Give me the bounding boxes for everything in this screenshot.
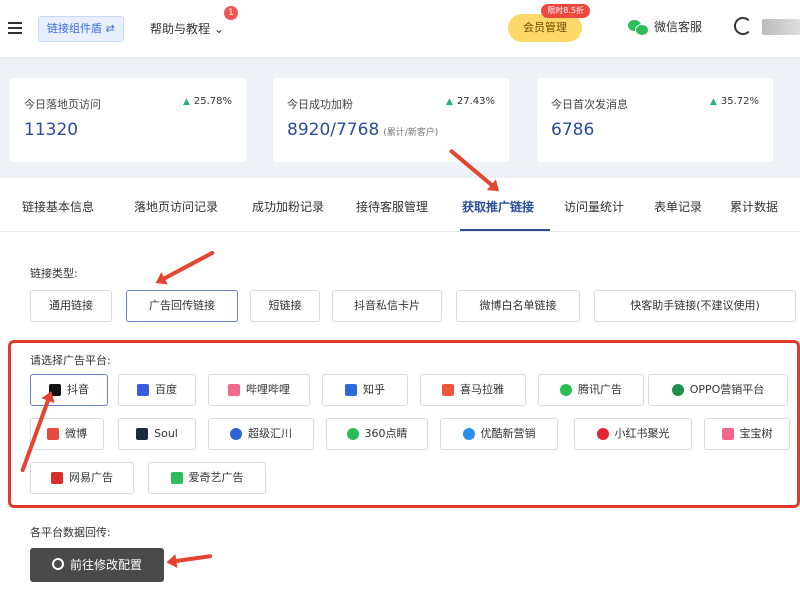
- tab-follow-records[interactable]: 成功加粉记录: [252, 198, 324, 215]
- menu-icon[interactable]: [8, 22, 22, 34]
- trend-up-icon: ▲: [445, 97, 453, 107]
- trend-up-icon: ▲: [182, 97, 190, 107]
- stat-card-visits: 今日落地页访问 ▲ 25.78% 11320: [10, 78, 246, 162]
- tab-form-records[interactable]: 表单记录: [654, 198, 702, 215]
- go-config-button[interactable]: 前往修改配置: [30, 548, 164, 582]
- member-label: 会员管理: [523, 21, 567, 34]
- netease-icon: [51, 472, 63, 484]
- platform-360[interactable]: 360点睛: [326, 418, 428, 450]
- discount-badge: 限时8.5折: [541, 4, 590, 18]
- tab-cumulative-data[interactable]: 累计数据: [730, 198, 778, 215]
- wechat-support-label: 微信客服: [654, 20, 703, 34]
- tab-landing-visits[interactable]: 落地页访问记录: [134, 198, 218, 215]
- platform-zhihu[interactable]: 知乎: [322, 374, 408, 406]
- platform-netease-ads[interactable]: 网易广告: [30, 462, 134, 494]
- wechat-icon: [628, 19, 649, 36]
- stat-card-followers: 今日成功加粉 ▲ 27.43% 8920/7768 (累计/新客户): [273, 78, 509, 162]
- stat-label: 今日首次发消息: [551, 98, 628, 111]
- platform-label: 请选择广告平台:: [30, 354, 111, 367]
- soul-icon: [136, 428, 149, 440]
- tab-visit-stats[interactable]: 访问量统计: [564, 198, 624, 215]
- tab-service-management[interactable]: 接待客服管理: [356, 198, 428, 215]
- oppo-icon: [671, 384, 684, 396]
- tab-bar: 链接基本信息 落地页访问记录 成功加粉记录 接待客服管理 获取推广链接 访问量统…: [0, 178, 800, 232]
- stat-trend: ▲ 35.72%: [709, 96, 759, 107]
- huichuan-icon: [230, 428, 242, 440]
- main-panel: 链接基本信息 落地页访问记录 成功加粉记录 接待客服管理 获取推广链接 访问量统…: [0, 148, 800, 600]
- link-type-general[interactable]: 通用链接: [30, 290, 112, 322]
- tencent-ads-icon: [560, 384, 572, 396]
- link-type-douyin-card[interactable]: 抖音私信卡片: [332, 290, 442, 322]
- weibo-icon: [47, 428, 59, 440]
- gear-icon: [51, 558, 64, 570]
- platform-ximalaya[interactable]: 喜马拉雅: [420, 374, 526, 406]
- link-type-short[interactable]: 短链接: [250, 290, 320, 322]
- youku-icon: [462, 428, 475, 440]
- zhihu-icon: [345, 384, 357, 396]
- platform-baidu[interactable]: 百度: [118, 374, 196, 406]
- help-tutorial-menu[interactable]: 帮助与教程 ⌄ 1: [150, 6, 238, 37]
- callback-label: 各平台数据回传:: [30, 526, 111, 539]
- platform-tencent-ads[interactable]: 腾讯广告: [538, 374, 644, 406]
- platform-babytree[interactable]: 宝宝树: [704, 418, 790, 450]
- stat-note: (累计/新客户): [383, 128, 439, 138]
- top-header: 链接组件盾 ⇄ 帮助与教程 ⌄ 1 会员管理 限时8.5折 微信客服: [0, 0, 800, 58]
- babytree-icon: [721, 428, 734, 440]
- stat-card-messages: 今日首次发消息 ▲ 35.72% 6786: [537, 78, 773, 162]
- link-type-label: 链接类型:: [30, 267, 78, 280]
- ximalaya-icon: [442, 384, 454, 396]
- iqiyi-icon: [170, 472, 183, 484]
- baidu-icon: [137, 384, 149, 396]
- stat-value: 11320: [24, 120, 79, 140]
- help-badge: 1: [223, 6, 238, 20]
- stat-trend: ▲ 27.43%: [445, 96, 495, 107]
- platform-soul[interactable]: Soul: [118, 418, 196, 450]
- tab-basic-info[interactable]: 链接基本信息: [22, 198, 94, 215]
- xiaohongshu-icon: [596, 428, 609, 440]
- wechat-support-button[interactable]: 微信客服: [628, 18, 703, 36]
- stat-value: 8920/7768 (累计/新客户): [287, 120, 439, 140]
- stat-label: 今日落地页访问: [24, 98, 101, 111]
- 360-icon: [346, 428, 359, 440]
- annotation-arrow-link-type: [160, 250, 215, 282]
- tab-get-promo-link[interactable]: 获取推广链接: [462, 198, 534, 215]
- stat-value: 6786: [551, 120, 595, 140]
- platform-iqiyi[interactable]: 爱奇艺广告: [148, 462, 266, 494]
- user-avatar[interactable]: [762, 19, 800, 35]
- bilibili-icon: [228, 384, 240, 396]
- link-type-assistant[interactable]: 快客助手链接(不建议使用): [594, 290, 796, 322]
- platform-douyin[interactable]: 抖音: [30, 374, 108, 406]
- stat-label: 今日成功加粉: [287, 98, 353, 111]
- help-label: 帮助与教程 ⌄: [150, 22, 224, 36]
- platform-oppo[interactable]: OPPO营销平台: [648, 374, 788, 406]
- trend-up-icon: ▲: [709, 97, 717, 107]
- link-component-tag[interactable]: 链接组件盾 ⇄: [38, 16, 124, 42]
- link-type-ad-callback[interactable]: 广告回传链接: [126, 290, 238, 322]
- platform-xiaohongshu[interactable]: 小红书聚光: [574, 418, 692, 450]
- annotation-arrow-config: [172, 554, 213, 564]
- stat-trend: ▲ 25.78%: [182, 96, 232, 107]
- member-management-button[interactable]: 会员管理 限时8.5折: [508, 4, 590, 42]
- platform-bilibili[interactable]: 哔哩哔哩: [208, 374, 310, 406]
- refresh-icon[interactable]: [734, 17, 752, 35]
- active-tab-indicator: [460, 229, 550, 231]
- platform-huichuan[interactable]: 超级汇川: [208, 418, 314, 450]
- platform-youku[interactable]: 优酷新营销: [440, 418, 558, 450]
- link-type-weibo-whitelist[interactable]: 微博白名单链接: [456, 290, 580, 322]
